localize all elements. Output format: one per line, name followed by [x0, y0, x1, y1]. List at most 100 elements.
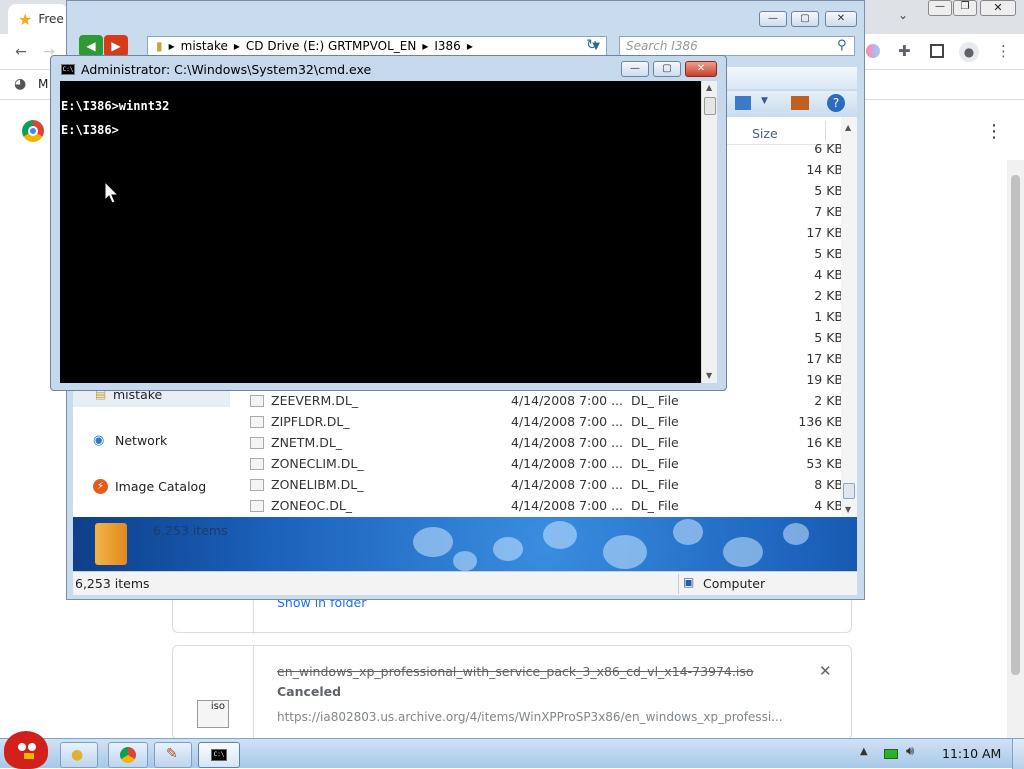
file-name: ZIPFLDR.DL_: [271, 414, 350, 429]
file-name: ZNETM.DL_: [271, 435, 343, 450]
side-panel-icon[interactable]: [930, 44, 944, 58]
console-output[interactable]: E:\I386>winnt32 E:\I386>: [60, 81, 701, 383]
file-row[interactable]: ZONELIBM.DL_ 4/14/2008 7:00 ... DL_ File 8 …: [233, 474, 843, 495]
profile-icon[interactable]: ●: [959, 42, 979, 62]
help-icon[interactable]: ?: [827, 94, 845, 112]
start-angry-bird-icon[interactable]: [4, 731, 48, 769]
maximize-button[interactable]: ▢: [653, 61, 681, 77]
battery-icon[interactable]: [884, 749, 898, 759]
file-date: 4/14/2008 7:00 ...: [511, 498, 624, 513]
close-icon[interactable]: ✕: [980, 0, 1016, 16]
file-size: 8 KB: [814, 477, 843, 492]
scroll-up-arrow-icon[interactable]: ▲: [706, 83, 712, 92]
scroll-up-arrow-icon[interactable]: ▲: [845, 123, 851, 132]
file-date: 4/14/2008 7:00 ...: [511, 477, 624, 492]
views-icon[interactable]: [735, 96, 751, 110]
file-row[interactable]: ZONECLIM.DL_ 4/14/2008 7:00 ... DL_ File 53…: [233, 453, 843, 474]
globe-icon: ◕: [14, 76, 27, 92]
restore-icon[interactable]: ❐: [953, 0, 977, 16]
back-arrow-icon[interactable]: ←: [6, 42, 36, 62]
file-icon: [250, 479, 264, 491]
file-size: 2 KB: [814, 393, 843, 408]
puzzle-icon[interactable]: ✚: [898, 42, 911, 60]
file-size: 53 KB: [806, 456, 843, 471]
chrome-icon: [120, 747, 136, 763]
file-type: DL_ File: [631, 414, 679, 429]
scroll-thumb[interactable]: [843, 483, 855, 499]
refresh-icon[interactable]: ↻: [586, 37, 598, 53]
minimize-button[interactable]: —: [621, 61, 649, 77]
nav-item-network[interactable]: ◉ Network: [73, 431, 230, 453]
extension-icon[interactable]: [866, 44, 880, 58]
preview-pane-icon[interactable]: [791, 96, 809, 110]
file-list-scrollbar[interactable]: ▲ ▼: [841, 117, 857, 517]
minimize-icon[interactable]: —: [928, 0, 952, 16]
iso-file-icon: iso: [197, 700, 229, 728]
chrome-logo-icon: [22, 120, 44, 142]
taskbar-cmd-button[interactable]: C:\: [198, 742, 240, 768]
file-row[interactable]: ZEEVERM.DL_ 4/14/2008 7:00 ... DL_ File 2 K…: [233, 390, 843, 411]
file-name: ZEEVERM.DL_: [271, 393, 359, 408]
file-date: 4/14/2008 7:00 ...: [511, 414, 624, 429]
file-type: DL_ File: [631, 393, 679, 408]
file-size: 7 KB: [814, 204, 843, 219]
file-icon: [250, 416, 264, 428]
clock[interactable]: 11:10 AM: [942, 746, 1001, 761]
file-size: 4 KB: [814, 267, 843, 282]
download-filename[interactable]: en_windows_xp_professional_with_service_…: [277, 664, 754, 679]
file-name: ZONEOC.DL_: [271, 498, 353, 513]
breadcrumb-item[interactable]: mistake: [181, 39, 228, 53]
bookmark-label[interactable]: M: [38, 77, 48, 91]
folder-icon: ▮: [156, 39, 163, 53]
scroll-thumb[interactable]: [704, 97, 716, 115]
breadcrumb-item[interactable]: I386: [434, 39, 460, 53]
close-button[interactable]: ✕: [825, 11, 857, 27]
show-desktop-button[interactable]: [1012, 739, 1024, 769]
file-size: 17 KB: [806, 351, 843, 366]
taskbar-app-button[interactable]: ✎: [154, 742, 192, 768]
remove-download-close-icon[interactable]: ✕: [819, 662, 832, 680]
scroll-down-arrow-icon[interactable]: ▼: [706, 371, 712, 380]
console-scrollbar[interactable]: ▲ ▼: [701, 81, 717, 383]
minimize-button[interactable]: —: [759, 11, 787, 27]
back-button-icon[interactable]: ◀: [79, 35, 103, 57]
search-input[interactable]: Search I386: [619, 36, 855, 56]
forward-button-icon[interactable]: ▶: [104, 35, 128, 57]
paint-icon: ✎: [166, 746, 178, 762]
views-dropdown-icon[interactable]: ▼: [761, 96, 768, 106]
folder-icon: ●: [71, 747, 84, 763]
file-date: 4/14/2008 7:00 ...: [511, 456, 624, 471]
nav-item-label: Image Catalog: [115, 479, 207, 494]
maximize-button[interactable]: ▢: [791, 11, 819, 27]
file-date: 4/14/2008 7:00 ...: [511, 435, 624, 450]
cmd-window[interactable]: C:\ Administrator: C:\Windows\System32\c…: [50, 55, 727, 391]
scroll-down-arrow-icon[interactable]: ▼: [845, 505, 851, 514]
search-icon[interactable]: ⚲: [837, 38, 847, 53]
download-card: iso en_windows_xp_professional_with_serv…: [172, 645, 852, 741]
taskbar-explorer-button[interactable]: ●: [60, 742, 98, 768]
chrome-tab[interactable]: ★ Free: [8, 4, 68, 34]
tray-expand-icon[interactable]: ▲: [860, 746, 868, 757]
console-prompt: E:\I386>: [61, 123, 119, 137]
file-size: 5 KB: [814, 183, 843, 198]
close-button[interactable]: ✕: [685, 61, 717, 77]
breadcrumb-sep-icon: ▸: [233, 39, 240, 53]
breadcrumb-item[interactable]: CD Drive (E:) GRTMPVOL_EN: [246, 39, 416, 53]
volume-icon[interactable]: 🔊︎: [906, 744, 914, 759]
chevron-down-icon[interactable]: ⌄: [898, 8, 908, 22]
image-catalog-icon: ⚡: [93, 479, 108, 494]
details-pane: 6,253 items: [73, 517, 857, 571]
nav-item-image-catalog[interactable]: ⚡ Image Catalog: [73, 477, 230, 499]
file-row[interactable]: ZIPFLDR.DL_ 4/14/2008 7:00 ... DL_ File 136…: [233, 411, 843, 432]
nav-item-label: Network: [115, 433, 168, 448]
chrome-scrollbar-thumb[interactable]: [1011, 175, 1020, 675]
downloads-menu-icon[interactable]: ⋮: [985, 121, 1003, 142]
breadcrumb-sep-icon: ▸: [168, 39, 175, 53]
file-size: 19 KB: [806, 372, 843, 387]
menu-kebab-icon[interactable]: ⋮: [996, 42, 1011, 60]
file-row[interactable]: ZONEOC.DL_ 4/14/2008 7:00 ... DL_ File 4 KB: [233, 495, 843, 516]
file-size: 5 KB: [814, 330, 843, 345]
file-row[interactable]: ZNETM.DL_ 4/14/2008 7:00 ... DL_ File 16 KB: [233, 432, 843, 453]
address-bar[interactable]: ▮ ▸ mistake ▸ CD Drive (E:) GRTMPVOL_EN …: [147, 36, 607, 56]
taskbar-chrome-button[interactable]: [108, 742, 148, 768]
